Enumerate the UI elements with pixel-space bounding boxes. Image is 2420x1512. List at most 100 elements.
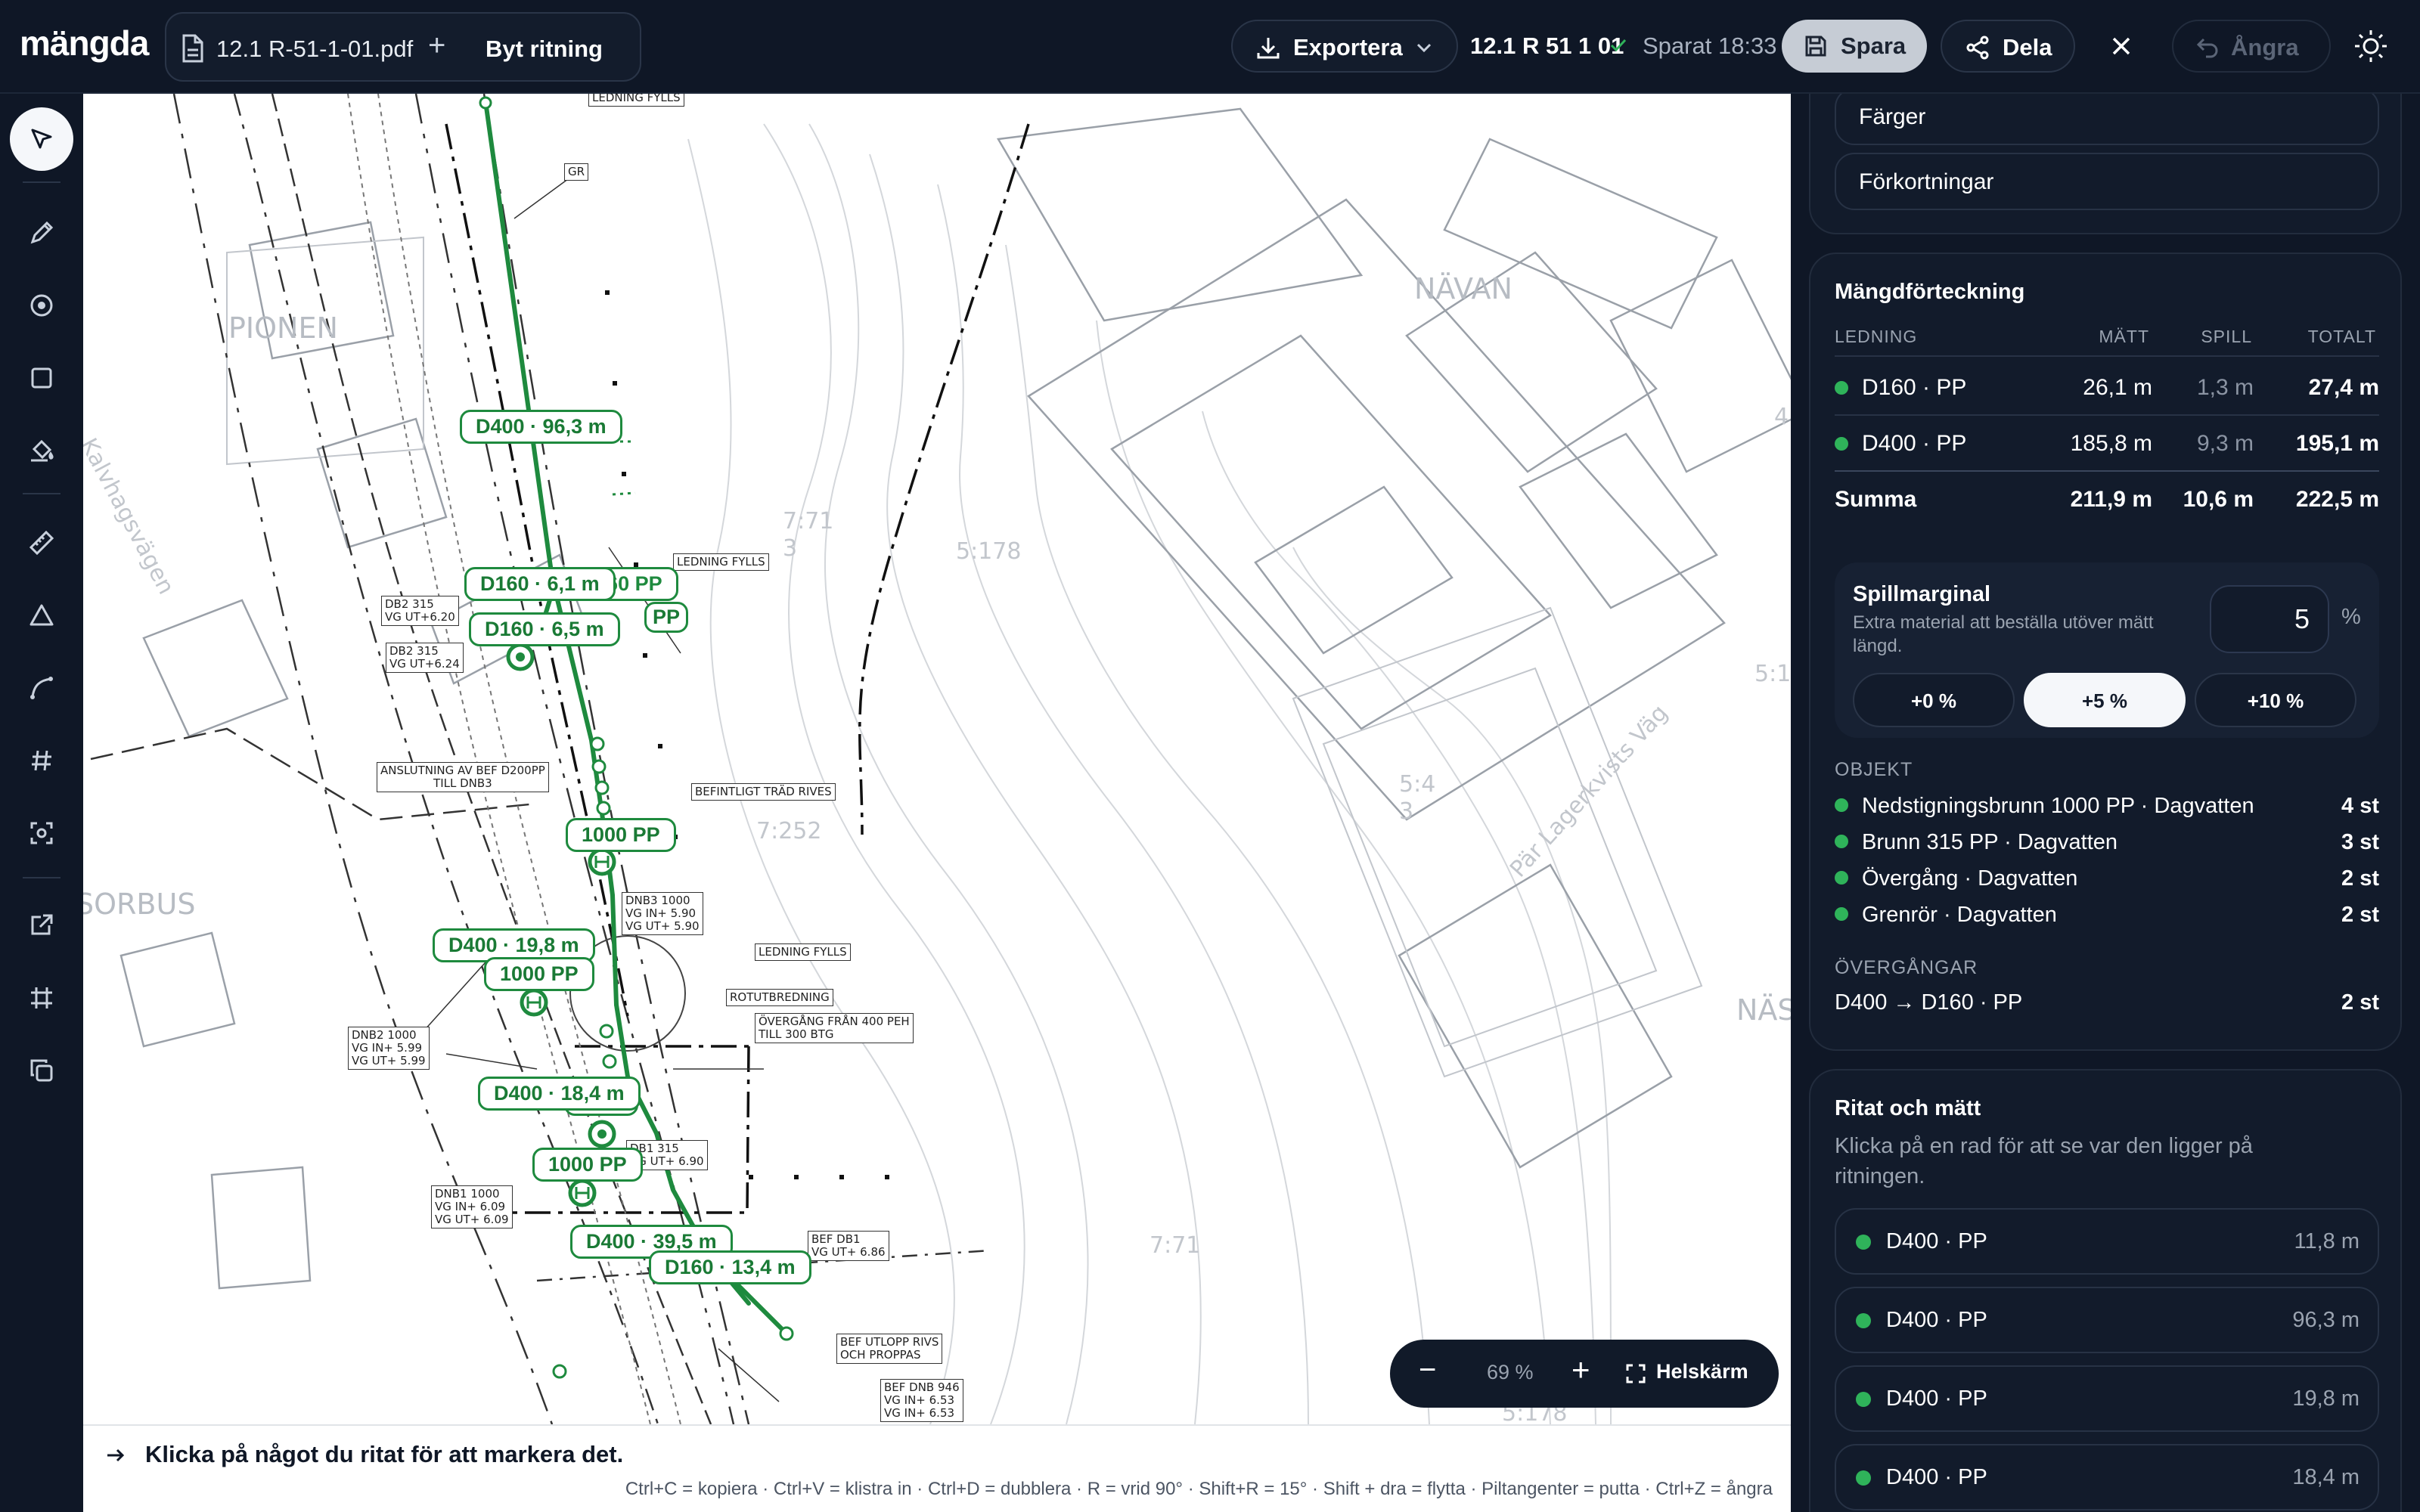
- measurement-label[interactable]: PP: [644, 602, 689, 633]
- file-pill: 12.1 R-51-1-01.pdf + Byt ritning: [165, 12, 641, 82]
- status-bar: Klicka på något du ritat för att markera…: [83, 1424, 1791, 1512]
- parcel-label: 7:71: [1150, 1232, 1201, 1259]
- save-icon: [1803, 33, 1829, 63]
- drawing-annotation: ÖVERGÅNG FRÅN 400 PEH TILL 300 BTG: [755, 1013, 914, 1043]
- zoom-out-button[interactable]: −: [1419, 1353, 1436, 1387]
- status-dot: [1835, 835, 1848, 848]
- waste-option-0[interactable]: +0 %: [1853, 673, 2015, 727]
- rectangle-tool[interactable]: [10, 346, 73, 410]
- pen-tool[interactable]: [10, 201, 73, 265]
- measurement-label[interactable]: D400 · 96,3 m: [460, 410, 622, 444]
- select-tool[interactable]: [10, 107, 73, 171]
- measured-title: Ritat och mätt: [1835, 1096, 1981, 1120]
- measurement-label[interactable]: D400 · 18,4 m: [478, 1077, 641, 1111]
- object-name: Övergång · Dagvatten: [1862, 866, 2078, 891]
- pencil-icon: [30, 221, 54, 244]
- fullscreen-button[interactable]: Helskärm: [1656, 1360, 1748, 1383]
- scan-tool[interactable]: [10, 801, 73, 865]
- drawing-canvas[interactable]: PIONEN NÄVAN SORBUS NÄS Kalvhagsvägen Pä…: [83, 94, 1791, 1424]
- drawing-annotation: LEDNING FYLLS: [755, 943, 851, 961]
- undo-button[interactable]: Ångra: [2172, 20, 2331, 73]
- status-dot: [1856, 1235, 1871, 1250]
- file-name[interactable]: 12.1 R-51-1-01.pdf: [216, 36, 413, 63]
- object-row[interactable]: Brunn 315 PP · Dagvatten 3 st: [1835, 824, 2379, 859]
- quantity-row[interactable]: D160 · PP 26,1 m 1,3 m 27,4 m: [1835, 360, 2379, 414]
- switch-drawing-button[interactable]: Byt ritning: [486, 36, 603, 63]
- drawing-annotation: BEF DB1 VG UT+ 6.86: [808, 1231, 889, 1261]
- object-row[interactable]: Grenrör · Dagvatten 2 st: [1835, 897, 2379, 931]
- waste-option-5[interactable]: +5 %: [2024, 673, 2186, 727]
- column-header-spill: SPILL: [2201, 327, 2252, 346]
- drawing-annotation: ROTUTBREDNING: [726, 989, 833, 1006]
- measured-row[interactable]: D400 · PP 18,4 m: [1835, 1444, 2379, 1510]
- count-tool[interactable]: [10, 729, 73, 792]
- measurement-label[interactable]: D160 · 6,1 m: [464, 567, 616, 601]
- measured-row[interactable]: D400 · PP 96,3 m: [1835, 1287, 2379, 1353]
- crop-tool[interactable]: [10, 966, 73, 1030]
- waste-option-10[interactable]: +10 %: [2195, 673, 2356, 727]
- share-button[interactable]: Dela: [1941, 20, 2075, 73]
- saved-status: Sparat 18:33: [1643, 33, 1777, 59]
- save-button[interactable]: Spara: [1782, 20, 1927, 73]
- chevron-down-icon: [1414, 38, 1434, 61]
- object-count: 3 st: [2341, 830, 2379, 854]
- parcel-label: 5:4 3: [1399, 771, 1436, 825]
- paint-bucket-icon: [31, 439, 54, 462]
- place-label: PIONEN: [228, 311, 338, 345]
- measured-name: D400 · PP: [1886, 1387, 1987, 1411]
- quantity-row[interactable]: D400 · PP 185,8 m 9,3 m 195,1 m: [1835, 416, 2379, 470]
- drawing-annotation: BEFINTLIGT TRÄD RIVES: [691, 783, 836, 801]
- measurement-label[interactable]: D160 · 6,5 m: [469, 612, 620, 646]
- measurement-label[interactable]: D160 · 13,4 m: [649, 1250, 811, 1284]
- object-row[interactable]: Nedstigningsbrunn 1000 PP · Dagvatten 4 …: [1835, 788, 2379, 823]
- measurement-label[interactable]: 1000 PP: [484, 957, 594, 991]
- curve-icon: [30, 677, 53, 699]
- waste-margin-input[interactable]: 5: [2210, 585, 2329, 653]
- parcel-label: 7:252: [756, 818, 822, 844]
- transition-row[interactable]: D400 → D160 · PP 2 st: [1835, 984, 2379, 1019]
- measurement-label[interactable]: 1000 PP: [566, 818, 676, 852]
- hash-icon: [32, 750, 51, 771]
- column-header-matt: MÄTT: [2099, 327, 2149, 346]
- parcel-label: 5:1: [1754, 661, 1791, 687]
- colors-button[interactable]: Färger: [1835, 94, 2379, 145]
- drawing-annotation: DNB3 1000 VG IN+ 5.90 VG UT+ 5.90: [622, 892, 703, 935]
- drawing-annotation: GR: [564, 163, 589, 181]
- drawing-annotation: DB2 315 VG UT+6.24: [386, 643, 464, 673]
- divider: [23, 493, 60, 494]
- add-file-button[interactable]: +: [428, 29, 445, 63]
- object-name: Brunn 315 PP · Dagvatten: [1862, 830, 2118, 854]
- save-label: Spara: [1841, 33, 1907, 59]
- export-button[interactable]: Exportera: [1231, 20, 1458, 73]
- drawing-annotation: LEDNING FYLLS: [673, 553, 769, 571]
- area-tool[interactable]: [10, 584, 73, 647]
- fullscreen-icon[interactable]: [1624, 1362, 1647, 1389]
- measurement-label[interactable]: 1000 PP: [532, 1148, 643, 1182]
- quantity-sum-row: Summa 211,9 m 10,6 m 222,5 m: [1835, 472, 2379, 526]
- fill-tool[interactable]: [10, 419, 73, 482]
- measure-tool[interactable]: [10, 511, 73, 575]
- theme-toggle-button[interactable]: [2347, 23, 2394, 70]
- point-tool[interactable]: [10, 274, 73, 337]
- close-button[interactable]: [2102, 23, 2140, 70]
- measured-row[interactable]: D400 · PP 19,8 m: [1835, 1365, 2379, 1432]
- check-icon: [1608, 35, 1629, 60]
- duplicate-tool[interactable]: [10, 1039, 73, 1102]
- curve-tool[interactable]: [10, 656, 73, 720]
- column-header-ledning: LEDNING: [1835, 327, 1918, 346]
- row-spill: 9,3 m: [2196, 431, 2254, 456]
- object-count: 2 st: [2341, 903, 2379, 927]
- export-area-tool[interactable]: [10, 894, 73, 957]
- abbreviations-button[interactable]: Förkortningar: [1835, 153, 2379, 210]
- document-id: 12.1 R 51 1 01: [1470, 33, 1624, 59]
- zoom-in-button[interactable]: +: [1571, 1352, 1590, 1388]
- object-row[interactable]: Övergång · Dagvatten 2 st: [1835, 860, 2379, 895]
- drawing-annotation: DB2 315 VG UT+6.20: [381, 596, 459, 626]
- drawing-annotation: ANSLUTNING AV BEF D200PP TILL DNB3: [377, 762, 549, 792]
- status-dot: [1835, 798, 1848, 812]
- site-plan-drawing: [90, 94, 1791, 1424]
- status-dot: [1856, 1313, 1871, 1328]
- sun-icon: [2355, 30, 2387, 62]
- place-label: SORBUS: [83, 888, 196, 921]
- measured-row[interactable]: D400 · PP 11,8 m: [1835, 1208, 2379, 1275]
